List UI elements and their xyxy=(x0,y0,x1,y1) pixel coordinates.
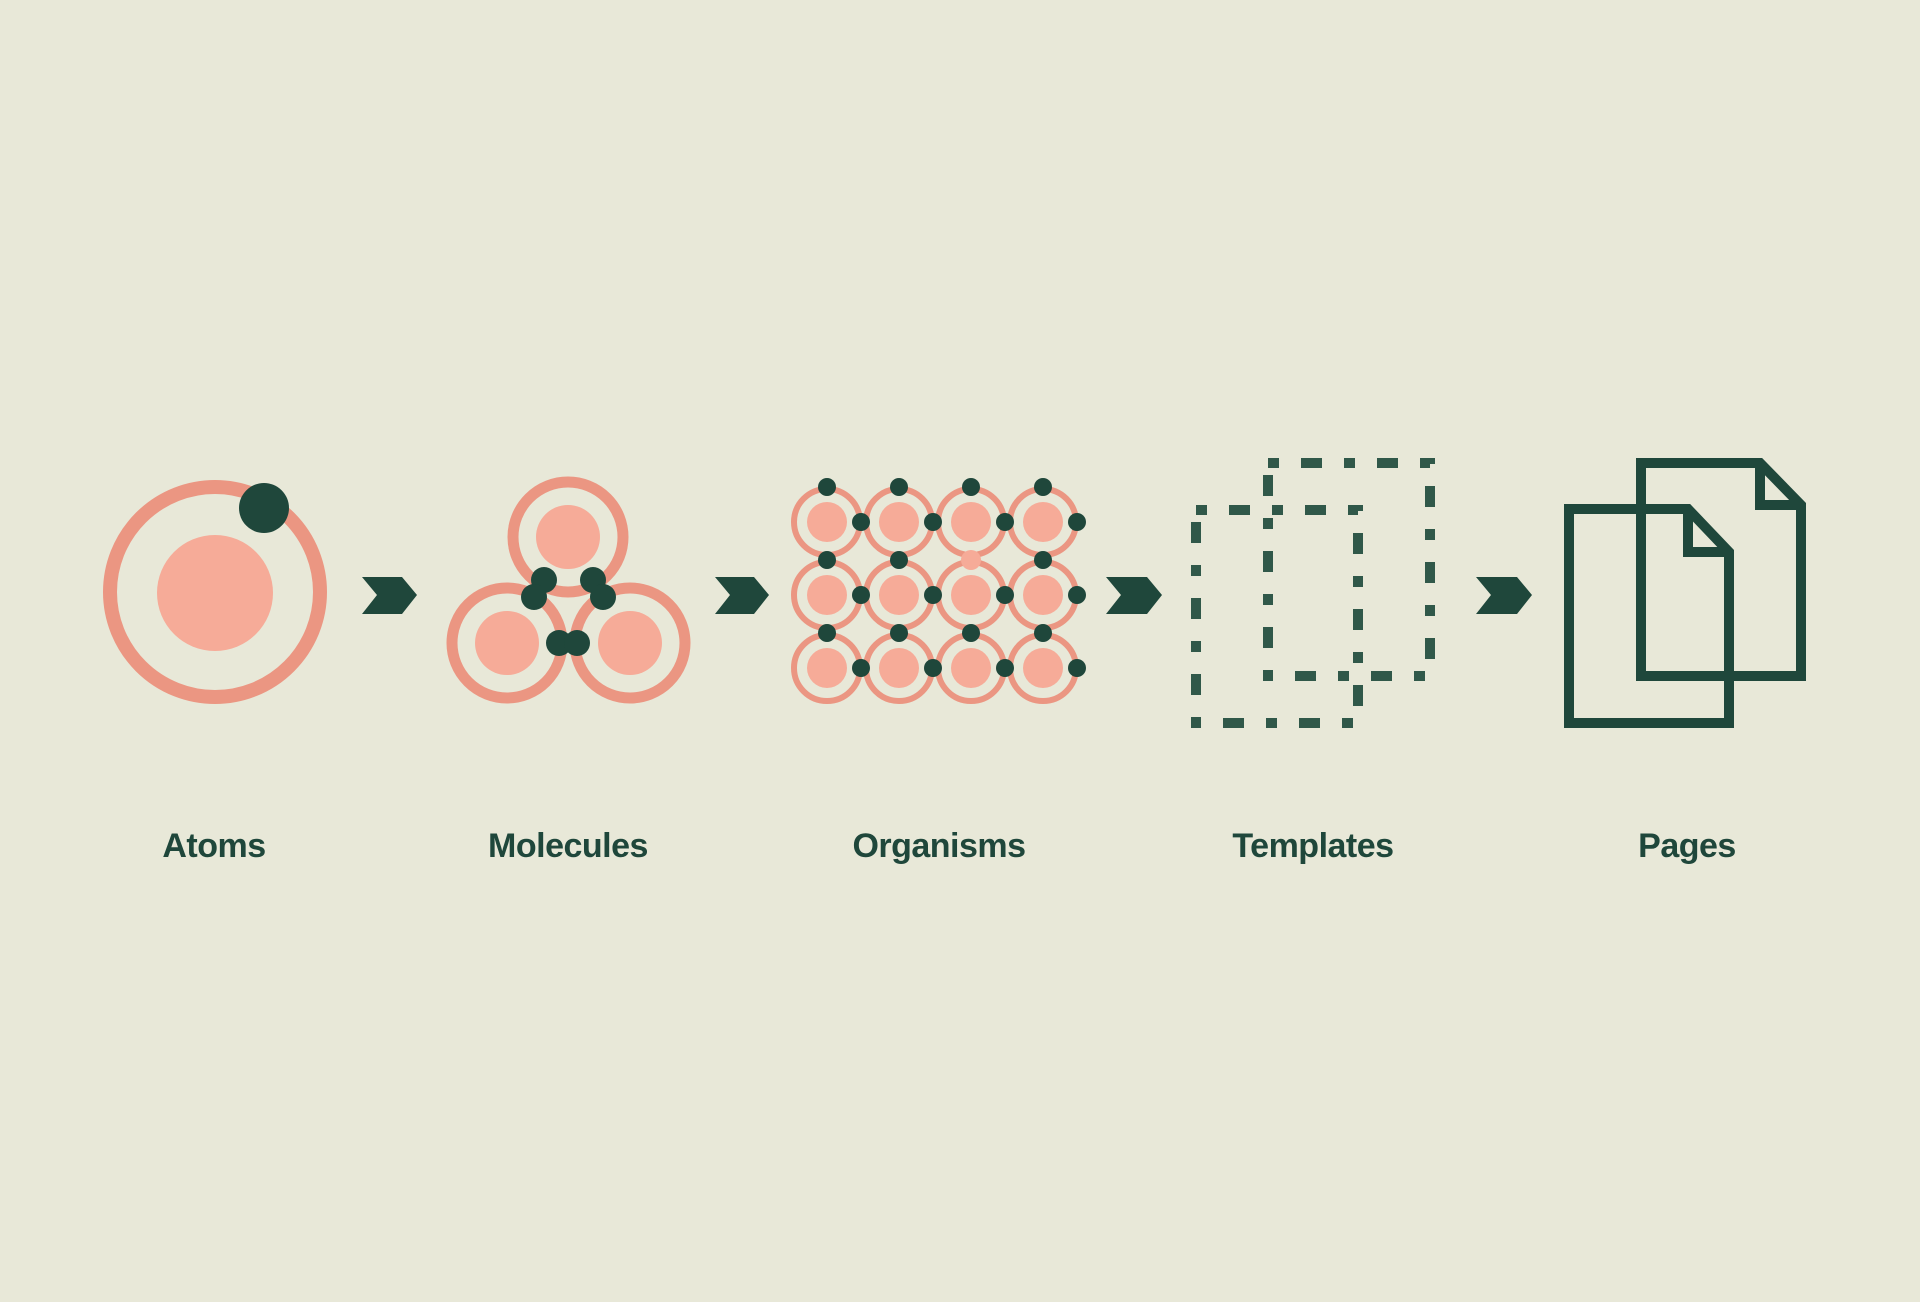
organism-cell-nucleus xyxy=(951,648,991,688)
organism-dot xyxy=(818,478,836,496)
atom-nucleus xyxy=(157,535,273,651)
organism-dot xyxy=(890,551,908,569)
organism-cell-nucleus xyxy=(807,575,847,615)
organism-dot xyxy=(962,478,980,496)
organism-dot xyxy=(1034,624,1052,642)
organism-dot xyxy=(1034,551,1052,569)
stage-label-molecules: Molecules xyxy=(488,827,648,865)
organism-cell-nucleus xyxy=(879,502,919,542)
background xyxy=(0,0,1920,1302)
organism-dot xyxy=(1034,478,1052,496)
organism-cell-nucleus xyxy=(879,575,919,615)
organism-dot xyxy=(890,478,908,496)
organism-dot xyxy=(1068,513,1086,531)
organism-dot xyxy=(890,624,908,642)
molecule-bond-dot xyxy=(564,630,590,656)
molecule-nucleus-left xyxy=(475,611,539,675)
organism-cell-nucleus xyxy=(807,502,847,542)
organism-dot xyxy=(818,624,836,642)
stage-label-organisms: Organisms xyxy=(852,827,1025,865)
organism-dot xyxy=(996,513,1014,531)
organism-dot xyxy=(818,551,836,569)
molecule-nucleus-right xyxy=(598,611,662,675)
molecule-nucleus-top xyxy=(536,505,600,569)
atom-electron xyxy=(239,483,289,533)
organism-dot xyxy=(996,586,1014,604)
organism-dot xyxy=(852,513,870,531)
organism-cell-nucleus xyxy=(1023,648,1063,688)
organism-dot xyxy=(924,586,942,604)
organism-dot xyxy=(852,659,870,677)
organism-dot xyxy=(996,659,1014,677)
organism-dot xyxy=(962,624,980,642)
stage-label-atoms: Atoms xyxy=(162,827,265,865)
organism-cell-nucleus xyxy=(1023,575,1063,615)
stage-label-pages: Pages xyxy=(1638,827,1736,865)
organism-cell-nucleus xyxy=(879,648,919,688)
organism-dot xyxy=(924,659,942,677)
organism-dot xyxy=(852,586,870,604)
organism-cell-nucleus xyxy=(807,648,847,688)
organism-dot xyxy=(1068,586,1086,604)
atomic-design-diagram: Atoms Molecules Organisms Templates Page… xyxy=(0,0,1920,1302)
organism-cell-nucleus xyxy=(951,575,991,615)
diagram-canvas: Atoms Molecules Organisms Templates Page… xyxy=(0,0,1920,1302)
organism-cell-nucleus xyxy=(951,502,991,542)
organism-dot xyxy=(1068,659,1086,677)
organism-cell-nucleus xyxy=(1023,502,1063,542)
organism-dot xyxy=(924,513,942,531)
organism-icon xyxy=(791,478,1086,704)
molecule-bond-dot xyxy=(521,584,547,610)
molecule-bond-dot xyxy=(590,584,616,610)
organism-light-dot xyxy=(961,550,981,570)
stage-label-templates: Templates xyxy=(1232,827,1393,865)
